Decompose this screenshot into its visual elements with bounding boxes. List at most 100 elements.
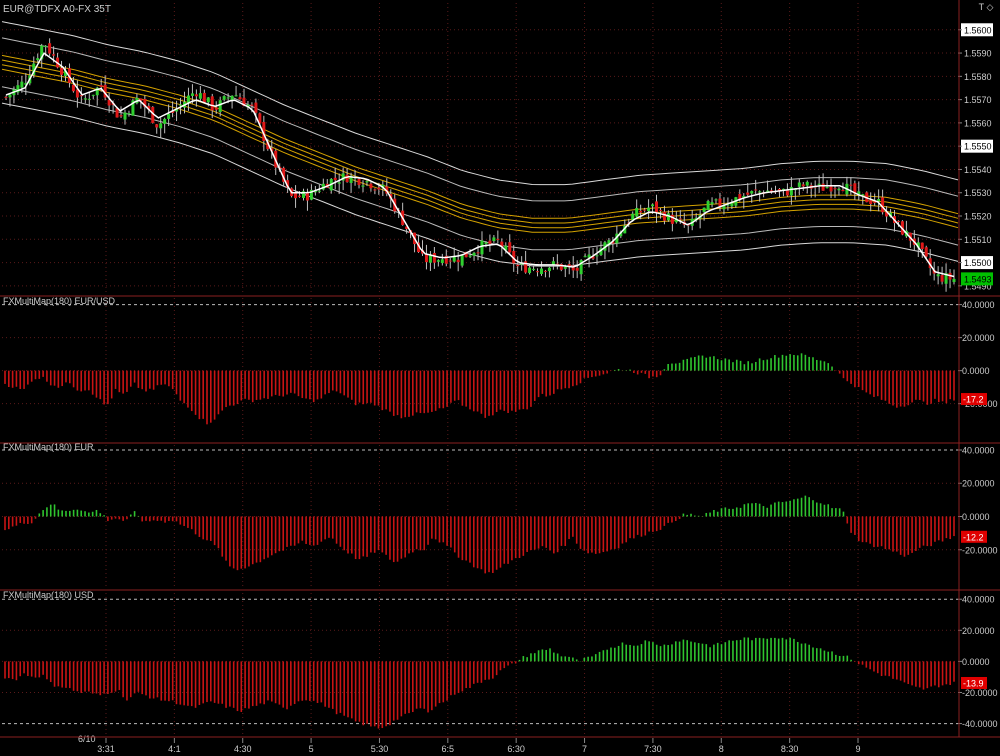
candle-down xyxy=(643,209,647,211)
indicator-tick-label: 0.0000 xyxy=(962,366,990,376)
candle-up xyxy=(805,181,809,186)
indicator-tick-label: 40.0000 xyxy=(962,445,995,455)
last-price-label: 1.5493 xyxy=(964,274,992,284)
last-value-label: -12.2 xyxy=(963,532,984,542)
window-controls[interactable]: T ◇ xyxy=(979,2,994,12)
candle-up xyxy=(198,93,202,99)
time-tick-label: 7:30 xyxy=(644,744,662,754)
candle-up xyxy=(595,255,599,257)
time-tick-label: 7 xyxy=(582,744,587,754)
indicator-tick-label: 20.0000 xyxy=(962,626,995,636)
candle-down xyxy=(896,220,900,222)
time-tick-label: 6:30 xyxy=(507,744,525,754)
candle-down xyxy=(543,270,547,272)
time-tick-label: 6:5 xyxy=(442,744,455,754)
price-tick-label: 1.5540 xyxy=(964,165,992,175)
candle-up xyxy=(797,182,801,187)
candle-up xyxy=(186,95,190,103)
candle-up xyxy=(647,207,651,212)
indicator-tick-label: -40.0000 xyxy=(962,719,998,729)
candle-up xyxy=(551,261,555,265)
candle-down xyxy=(678,218,682,220)
candle-up xyxy=(337,182,341,184)
candle-down xyxy=(52,54,56,56)
candle-up xyxy=(484,242,488,244)
candle-down xyxy=(210,96,214,111)
candle-up xyxy=(714,199,718,201)
candle-up xyxy=(222,96,226,100)
candle-up xyxy=(365,181,369,183)
candle-up xyxy=(877,199,881,202)
candle-up xyxy=(635,208,639,217)
candle-down xyxy=(785,190,789,196)
candle-up xyxy=(952,278,956,283)
candle-down xyxy=(254,102,258,113)
indicator-title-eurusd: FXMultiMap(180) EUR/USD xyxy=(3,296,116,306)
candle-down xyxy=(357,179,361,185)
candle-up xyxy=(167,113,171,119)
candle-down xyxy=(829,186,833,192)
indicator-tick-label: -20.0000 xyxy=(962,688,998,698)
price-tick-label: 1.5510 xyxy=(964,235,992,245)
candle-up xyxy=(218,100,222,113)
candle-up xyxy=(710,202,714,205)
candle-down xyxy=(754,189,758,191)
candle-up xyxy=(234,95,238,97)
candle-up xyxy=(440,259,444,264)
candle-up xyxy=(460,255,464,266)
candle-up xyxy=(825,187,829,189)
candle-down xyxy=(99,85,103,87)
candle-up xyxy=(480,240,484,255)
candle-down xyxy=(373,189,377,191)
price-tick-label: 1.5570 xyxy=(964,95,992,105)
candle-up xyxy=(492,237,496,242)
last-value-label: -17.2 xyxy=(963,395,984,405)
indicator-tick-label: 40.0000 xyxy=(962,300,995,310)
candle-down xyxy=(869,200,873,205)
candle-up xyxy=(758,191,762,193)
candle-up xyxy=(8,94,12,98)
price-tick-label: 1.5560 xyxy=(964,118,992,128)
candle-up xyxy=(226,97,230,99)
candle-down xyxy=(508,242,512,253)
candle-down xyxy=(155,124,159,128)
time-tick-label: 8:30 xyxy=(781,744,799,754)
price-tick-label: 1.5580 xyxy=(964,72,992,82)
candle-up xyxy=(179,104,183,106)
time-tick-label: 5:30 xyxy=(371,744,389,754)
candle-up xyxy=(532,268,536,270)
candle-down xyxy=(841,189,845,192)
time-tick-label: 8 xyxy=(719,744,724,754)
candle-up xyxy=(528,267,532,273)
price-tick-label: 1.5590 xyxy=(964,49,992,59)
price-tick-label: 1.5500 xyxy=(964,258,992,268)
candle-down xyxy=(48,43,52,54)
candle-up xyxy=(87,98,91,100)
candle-up xyxy=(206,97,210,103)
candle-down xyxy=(536,271,540,273)
candle-down xyxy=(250,104,254,106)
candle-down xyxy=(60,68,64,75)
candle-up xyxy=(936,274,940,277)
candle-up xyxy=(817,183,821,185)
candle-down xyxy=(821,183,825,191)
candle-up xyxy=(547,267,551,272)
candle-down xyxy=(424,254,428,263)
candle-down xyxy=(107,99,111,106)
last-value-label: -13.9 xyxy=(963,678,984,688)
candle-up xyxy=(20,81,24,88)
candle-up xyxy=(861,194,865,196)
time-tick-label: 9 xyxy=(855,744,860,754)
candle-up xyxy=(472,252,476,256)
candle-up xyxy=(123,112,127,120)
candle-up xyxy=(651,204,655,207)
indicator-title-usd: FXMultiMap(180) USD xyxy=(3,590,94,600)
candle-up xyxy=(163,118,167,124)
candle-up xyxy=(789,187,793,196)
candle-down xyxy=(849,184,853,186)
candle-up xyxy=(730,203,734,207)
candle-down xyxy=(202,92,206,103)
candle-up xyxy=(766,190,770,192)
time-tick-label: 3:31 xyxy=(97,744,115,754)
indicator-tick-label: -20.0000 xyxy=(962,545,998,555)
